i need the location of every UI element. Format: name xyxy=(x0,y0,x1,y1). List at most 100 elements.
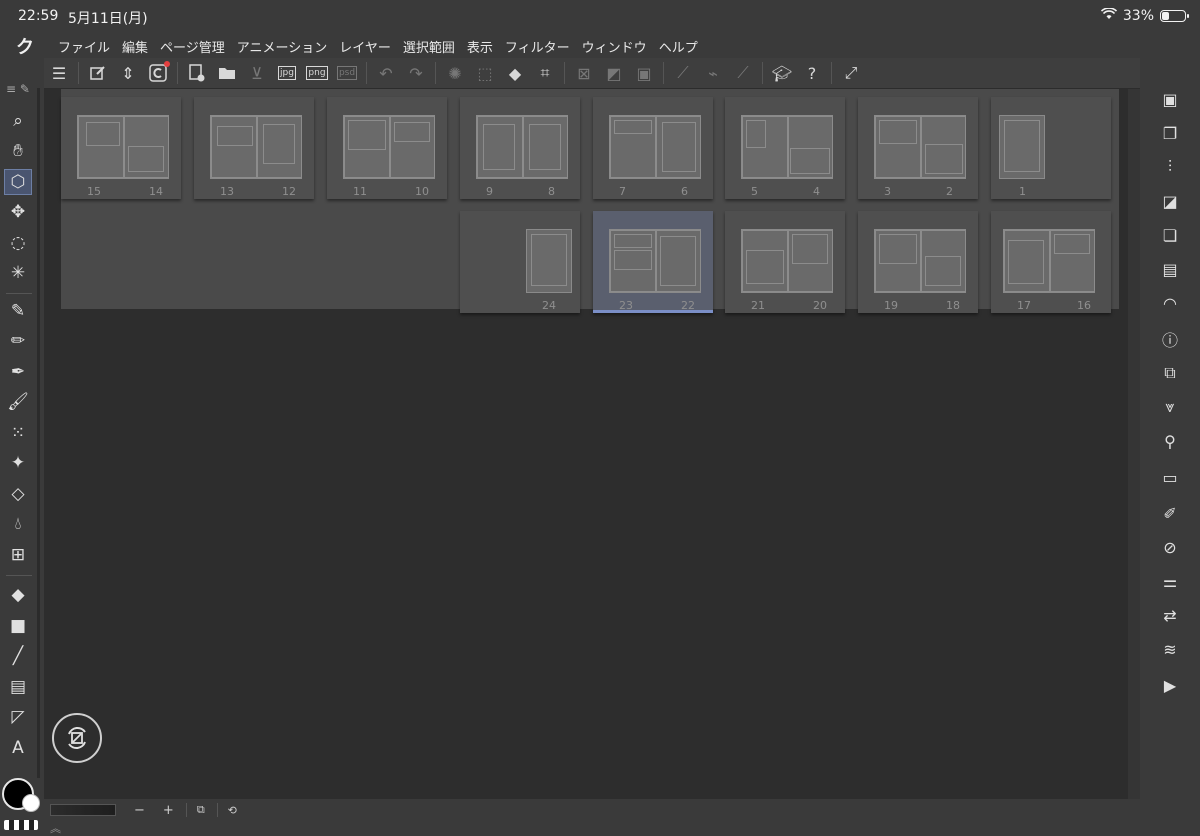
magic-wand-icon[interactable]: ✳ xyxy=(4,260,32,286)
loading-icon[interactable]: ✺ xyxy=(440,60,470,86)
learn-icon[interactable]: 🎓︎ xyxy=(767,60,797,86)
brush-icon[interactable]: ⌁ xyxy=(698,60,728,86)
perspective-icon[interactable]: ⊞ xyxy=(4,542,32,568)
page-spread-23-22[interactable]: 23 22 xyxy=(593,211,713,313)
crop-icon[interactable]: ▣ xyxy=(629,60,659,86)
page-spread-5-4[interactable]: 5 4 xyxy=(725,97,845,199)
clip-studio-icon[interactable] xyxy=(143,60,173,86)
export-jpg-icon[interactable]: jpg xyxy=(272,60,302,86)
lasso-icon[interactable]: ◌ xyxy=(4,230,32,256)
updown-icon[interactable]: ⇕ xyxy=(113,60,143,86)
color-well[interactable] xyxy=(2,778,42,818)
menu-page-management[interactable]: ページ管理 xyxy=(160,37,225,56)
zoom-in-button[interactable]: + xyxy=(163,803,174,818)
gradient-icon[interactable]: ◩ xyxy=(599,60,629,86)
export-psd-icon[interactable]: psd xyxy=(332,60,362,86)
menu-help[interactable]: ヘルプ xyxy=(659,37,698,56)
zoom-slider[interactable] xyxy=(50,804,116,816)
menu-layer[interactable]: レイヤー xyxy=(339,37,391,56)
undo-icon[interactable]: ↶ xyxy=(371,60,401,86)
chat-icon[interactable]: ◠ xyxy=(1156,290,1184,316)
ruler-icon[interactable]: ⟋ xyxy=(668,60,698,86)
line-icon[interactable]: ⟋ xyxy=(728,60,758,86)
linked-icon[interactable]: ⇄ xyxy=(1156,602,1184,628)
switch-view-button[interactable] xyxy=(52,713,102,763)
brush-icon[interactable]: 🖌︎ xyxy=(4,389,32,415)
balloon-icon[interactable]: ◸ xyxy=(4,704,32,730)
history-icon[interactable]: ⊘ xyxy=(1156,534,1184,560)
transparent-color[interactable] xyxy=(4,820,38,830)
page-spread-7-6[interactable]: 7 6 xyxy=(593,97,713,199)
pen-icon[interactable]: ✎ xyxy=(4,298,32,324)
line-icon[interactable]: ╱ xyxy=(4,643,32,669)
info-icon[interactable]: ⓘ xyxy=(1156,326,1184,352)
subview-icon[interactable]: ❏ xyxy=(1156,222,1184,248)
menu-view[interactable]: 表示 xyxy=(467,37,493,56)
zoom-out-button[interactable]: − xyxy=(134,803,145,818)
airbrush-icon[interactable]: ⁙ xyxy=(4,420,32,446)
move-icon[interactable]: ✥ xyxy=(4,199,32,225)
eraser-icon[interactable]: ◇ xyxy=(4,481,32,507)
fill-bucket-icon[interactable]: ◆ xyxy=(4,582,32,608)
sliders-icon[interactable]: ⚌ xyxy=(1156,568,1184,594)
layers-alt-icon[interactable]: ❐ xyxy=(1156,120,1184,146)
menu-icon[interactable]: ☰ xyxy=(44,60,74,86)
edit-icon[interactable] xyxy=(83,60,113,86)
menu-selection[interactable]: 選択範囲 xyxy=(403,37,455,56)
page-spread-13-12[interactable]: 13 12 xyxy=(194,97,314,199)
decoration-icon[interactable]: ✦ xyxy=(4,450,32,476)
selection-icon[interactable]: ⬚ xyxy=(470,60,500,86)
sub-color[interactable] xyxy=(22,794,40,812)
gradient-icon[interactable]: ■ xyxy=(4,613,32,639)
deselect-icon[interactable]: ⊠ xyxy=(569,60,599,86)
page-spread-19-18[interactable]: 19 18 xyxy=(858,211,978,313)
export-png-icon[interactable]: png xyxy=(302,60,332,86)
open-folder-icon[interactable] xyxy=(212,60,242,86)
rotate-icon[interactable]: ⟲ xyxy=(228,804,237,817)
layer-search-icon[interactable]: ⩔ xyxy=(1156,394,1184,420)
hand-icon[interactable]: ✋︎ xyxy=(4,138,32,164)
frame-icon[interactable]: ▤ xyxy=(4,674,32,700)
page-spread-1[interactable]: 1 xyxy=(991,97,1111,199)
page-spread-3-2[interactable]: 3 2 xyxy=(858,97,978,199)
help-icon[interactable]: ? xyxy=(797,60,827,86)
save-icon[interactable]: ⊻ xyxy=(242,60,272,86)
idea-icon[interactable]: ⚲ xyxy=(1156,428,1184,454)
fullscreen-icon[interactable]: ⤢ xyxy=(836,60,866,86)
navigator-icon[interactable]: ▣ xyxy=(1156,86,1184,112)
list-icon[interactable]: ≡ ✎ xyxy=(4,80,32,98)
pen-settings-icon[interactable]: ✐ xyxy=(1156,500,1184,526)
new-page-icon[interactable] xyxy=(182,60,212,86)
layers-icon[interactable]: ≋ xyxy=(1156,636,1184,662)
animation-icon[interactable]: ▶ xyxy=(1156,672,1184,698)
object-select-icon[interactable]: ⬡ xyxy=(4,169,32,195)
page-spread-11-10[interactable]: 11 10 xyxy=(327,97,447,199)
zoom-icon[interactable]: ⌕ xyxy=(4,108,32,134)
3d-layers-icon[interactable]: ⧉ xyxy=(1156,360,1184,386)
menu-filter[interactable]: フィルター xyxy=(505,37,570,56)
adjust-icon[interactable]: ⫶ xyxy=(1156,154,1184,180)
tool-scrollbar[interactable] xyxy=(37,88,40,778)
page-spread-15-14[interactable]: 15 14 xyxy=(61,97,181,199)
canvas-scrollbar[interactable] xyxy=(1128,89,1140,799)
material-icon[interactable]: ▤ xyxy=(1156,256,1184,282)
page-spread-17-16[interactable]: 17 16 xyxy=(991,211,1111,313)
fit-window-icon[interactable]: ⧉ xyxy=(197,803,205,817)
blend-icon[interactable]: 💧︎ xyxy=(4,511,32,537)
menu-file[interactable]: ファイル xyxy=(58,37,110,56)
clip-studio-logo[interactable]: ク xyxy=(16,33,46,59)
text-icon[interactable]: A xyxy=(4,735,32,761)
transform-icon[interactable]: ⌗ xyxy=(530,60,560,86)
menu-edit[interactable]: 編集 xyxy=(122,37,148,56)
page-spread-21-20[interactable]: 21 20 xyxy=(725,211,845,313)
fill-icon[interactable]: ◆ xyxy=(500,60,530,86)
fountain-pen-icon[interactable]: ✒︎ xyxy=(4,359,32,385)
color-icon[interactable]: ◪ xyxy=(1156,188,1184,214)
page-spread-24[interactable]: 24 xyxy=(460,211,580,313)
menu-animation[interactable]: アニメーション xyxy=(237,37,327,56)
menu-window[interactable]: ウィンドウ xyxy=(582,37,647,56)
page-spread-9-8[interactable]: 9 8 xyxy=(460,97,580,199)
pencil-icon[interactable]: ✏︎ xyxy=(4,328,32,354)
timeline-icon[interactable]: ▭ xyxy=(1156,464,1184,490)
redo-icon[interactable]: ↷ xyxy=(401,60,431,86)
